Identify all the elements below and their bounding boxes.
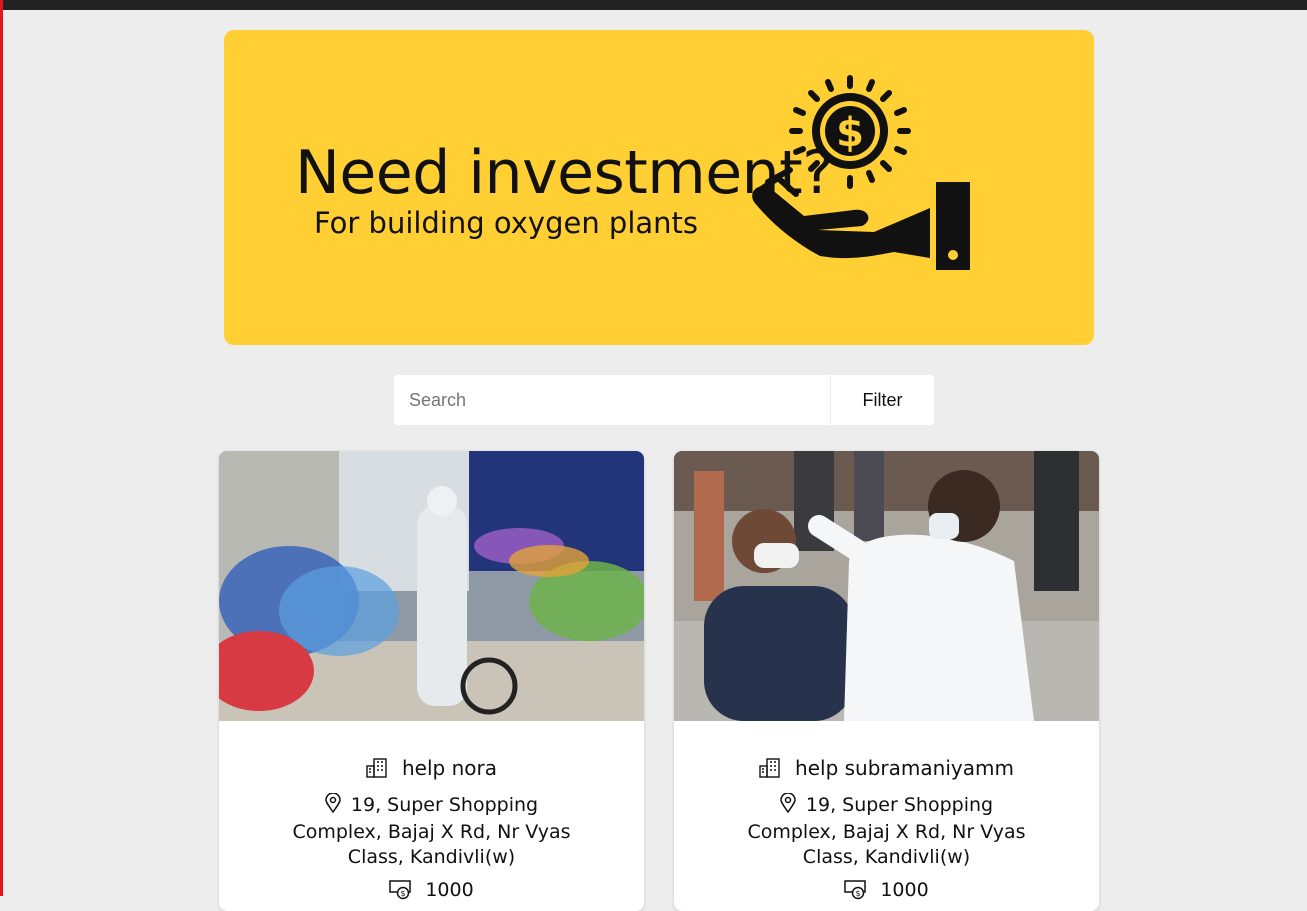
building-icon: [366, 758, 388, 778]
card-amount-row: $ 1000: [674, 877, 1099, 903]
campaign-card[interactable]: help subramaniyamm 19, Super Shopping Co…: [674, 451, 1099, 911]
card-address: 19, Super Shopping Complex, Bajaj X Rd, …: [289, 792, 574, 870]
card-name-row: help nora: [219, 755, 644, 781]
location-pin-icon: [325, 792, 341, 820]
covid-testing-photo: [674, 451, 1099, 721]
covid-ward-photo: [219, 451, 644, 721]
building-icon: [759, 758, 781, 778]
card-name-row: help subramaniyamm: [674, 755, 1099, 781]
svg-text:$: $: [836, 110, 864, 156]
money-icon: $: [844, 880, 867, 900]
hand-holding-dollar-coin-icon: $: [752, 75, 970, 270]
filter-button[interactable]: Filter: [831, 375, 934, 425]
location-pin-icon: [780, 792, 796, 820]
search-input[interactable]: [394, 375, 830, 425]
top-bar: [3, 0, 1307, 10]
svg-text:$: $: [401, 889, 406, 898]
campaign-card[interactable]: help nora 19, Super Shopping Complex, Ba…: [219, 451, 644, 911]
card-name: help nora: [402, 756, 497, 780]
banner-subtitle: For building oxygen plants: [314, 206, 699, 240]
svg-text:$: $: [856, 889, 861, 898]
hero-banner: Need investment? For building oxygen pla…: [224, 30, 1094, 345]
money-icon: $: [389, 880, 412, 900]
card-address: 19, Super Shopping Complex, Bajaj X Rd, …: [744, 792, 1029, 870]
card-amount: 1000: [425, 879, 474, 901]
card-amount-row: $ 1000: [219, 877, 644, 903]
card-amount: 1000: [880, 879, 929, 901]
card-name: help subramaniyamm: [795, 756, 1014, 780]
search-bar: Filter: [394, 375, 934, 425]
